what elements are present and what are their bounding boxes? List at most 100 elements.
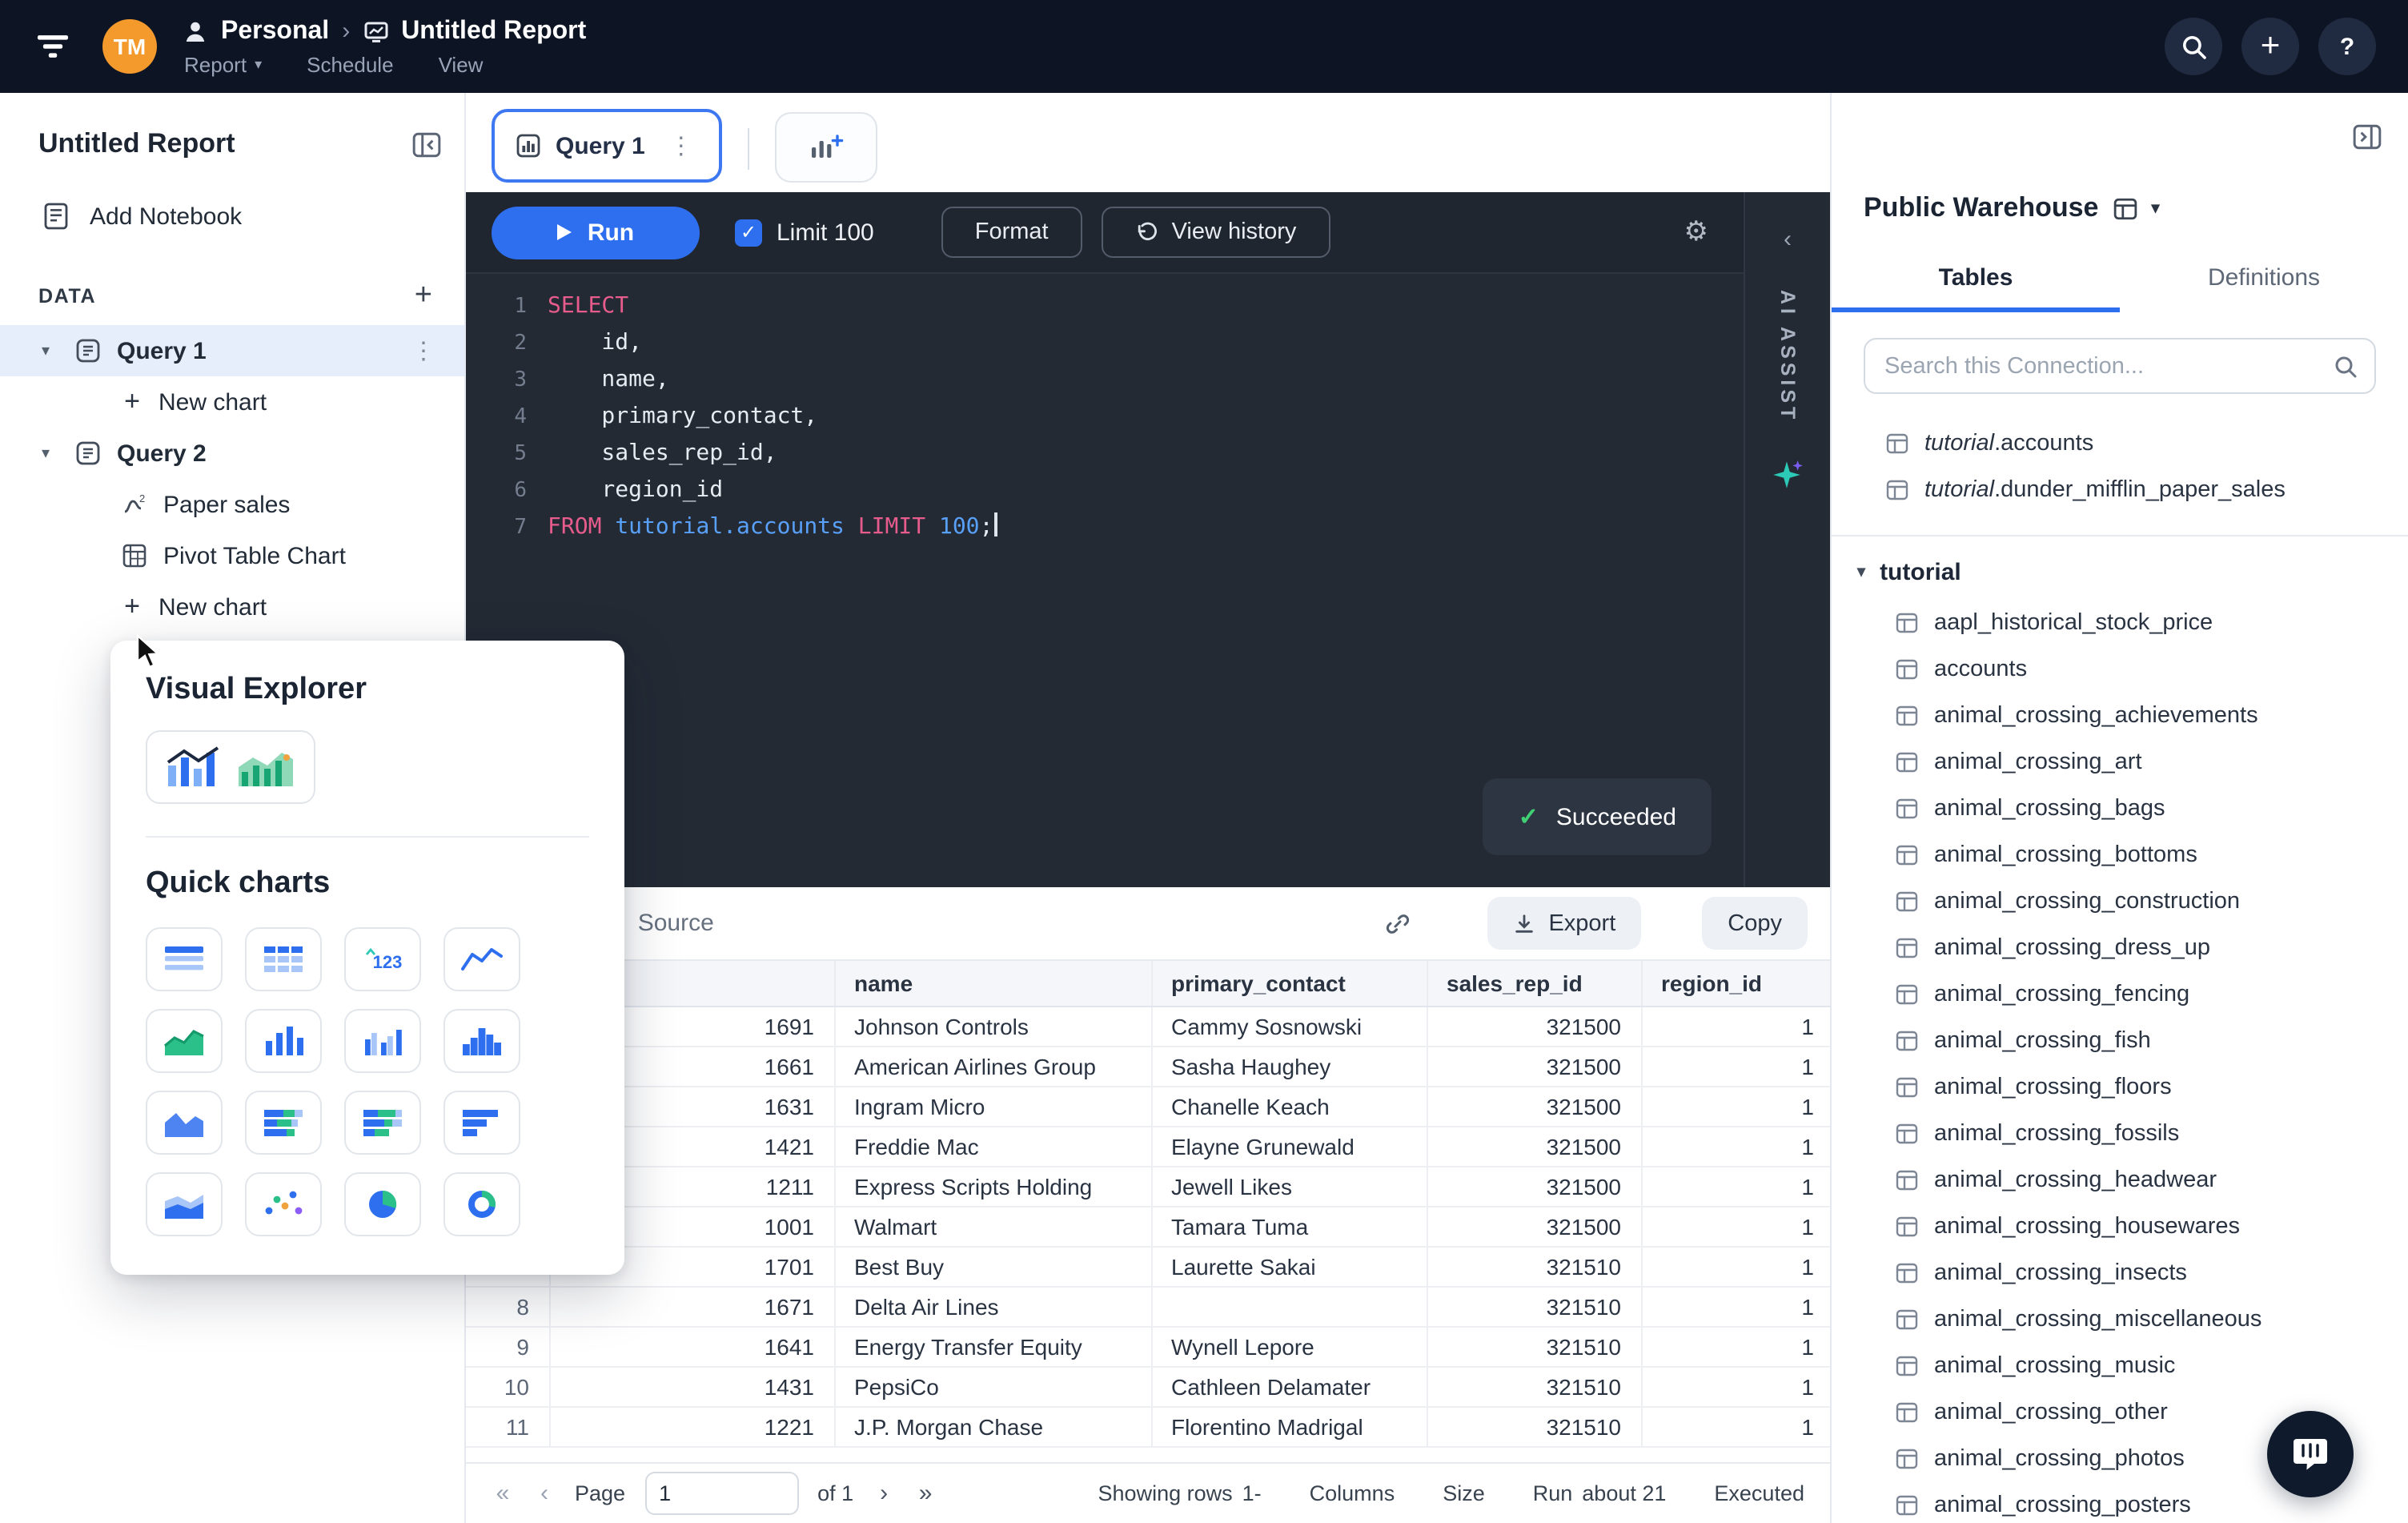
menu-schedule[interactable]: Schedule [307,52,393,76]
collapse-left-panel-button[interactable] [411,129,442,159]
add-chart-tab[interactable] [774,112,877,183]
search-button[interactable] [2165,18,2222,75]
size-status[interactable]: Size [1443,1481,1485,1505]
quick-chart-grouped-column-icon[interactable] [344,1009,421,1073]
table-item-animal_crossing_housewares[interactable]: animal_crossing_housewares [1832,1203,2408,1249]
table-item-animal_crossing_dress_up[interactable]: animal_crossing_dress_up [1832,924,2408,970]
chat-launcher[interactable] [2267,1411,2354,1497]
table-item-animal_crossing_music[interactable]: animal_crossing_music [1832,1342,2408,1388]
add-notebook-button[interactable]: Add Notebook [0,160,464,231]
quick-chart-column-icon[interactable] [245,1009,322,1073]
table-item-animal_crossing_art[interactable]: animal_crossing_art [1832,738,2408,785]
table-row[interactable]: 51211Express Scripts HoldingJewell Likes… [466,1167,1830,1208]
next-page-icon[interactable]: › [873,1480,895,1507]
quick-chart-histogram-icon[interactable] [443,1009,520,1073]
new-chart-button-query-1[interactable]: + New chart [0,376,464,428]
tab-kebab-menu-icon[interactable]: ⋮ [660,130,703,162]
table-item-animal_crossing_fossils[interactable]: animal_crossing_fossils [1832,1110,2408,1156]
expand-ai-assist-icon[interactable]: ‹ [1774,224,1801,255]
search-input[interactable] [1881,352,2320,380]
table-item-animal_crossing_fencing[interactable]: animal_crossing_fencing [1832,970,2408,1017]
connection-selector[interactable]: Public Warehouse ▾ [1832,93,2160,224]
table-row[interactable]: 41421Freddie MacElayne Grunewald3215001 [466,1127,1830,1167]
visual-explorer-button[interactable] [146,730,315,804]
quick-chart-discrete-number-icon[interactable]: 123 [344,927,421,991]
quick-chart-pivot-table-icon[interactable] [245,927,322,991]
avatar[interactable]: TM [102,19,157,74]
quick-chart-bar-horizontal-icon[interactable] [443,1091,520,1155]
quick-chart-area-stacked-icon[interactable] [146,1172,223,1236]
run-button[interactable]: Run [492,206,700,259]
recent-table-accounts[interactable]: tutorial.accounts [1832,420,2408,466]
table-item-animal_crossing_insects[interactable]: animal_crossing_insects [1832,1249,2408,1296]
quick-chart-area-icon[interactable] [146,1091,223,1155]
tab-query-1[interactable]: Query 1 ⋮ [492,109,722,183]
code-line[interactable]: 6 region_id [466,472,1744,509]
code-line[interactable]: 4 primary_contact, [466,399,1744,436]
table-item-animal_crossing_floors[interactable]: animal_crossing_floors [1832,1063,2408,1110]
chevron-down-icon[interactable]: ▾ [42,444,59,462]
code-line[interactable]: 1 SELECT [466,288,1744,325]
first-page-icon[interactable]: « [492,1480,514,1507]
limit-checkbox[interactable]: ✓ [735,219,762,246]
tab-source[interactable]: Source [628,887,724,959]
new-chart-button-query-2[interactable]: + New chart [0,581,464,633]
quick-chart-stacked-bar-horizontal-icon[interactable] [245,1091,322,1155]
column-header-name[interactable]: name [834,961,1152,1007]
sidebar-item-query-2[interactable]: ▾ Query 2 [0,428,464,479]
format-button[interactable]: Format [941,207,1082,258]
mode-logo[interactable] [22,16,83,77]
table-row[interactable]: 11 1221 J.P. Morgan Chase Florentino Madrig… [466,1407,1830,1448]
table-row[interactable]: 10 1431 PepsiCo Cathleen Delamater 321510 1 [466,1367,1830,1408]
add-data-button[interactable]: + [405,279,442,312]
executed-status[interactable]: Executed [1714,1481,1804,1505]
limit-checkbox-group[interactable]: ✓ Limit 100 [735,219,874,246]
sidebar-item-query-1[interactable]: ▾ Query 1 ⋮ [0,325,464,376]
view-history-button[interactable]: View history [1101,207,1330,258]
prev-page-icon[interactable]: ‹ [533,1480,556,1507]
table-row[interactable]: 61001WalmartTamara Tuma3215001 [466,1207,1830,1248]
table-row[interactable]: 8 1671 Delta Air Lines 321510 1 [466,1287,1830,1328]
quick-chart-trend-icon[interactable] [146,1009,223,1073]
table-item-animal_crossing_headwear[interactable]: animal_crossing_headwear [1832,1156,2408,1203]
table-item-accounts[interactable]: accounts [1832,645,2408,692]
editor-settings-button[interactable]: ⚙ [1675,215,1719,250]
code-line[interactable]: 3 name, [466,362,1744,399]
menu-report[interactable]: Report ▾ [184,52,262,76]
table-row[interactable]: 71701Best BuyLaurette Sakai3215101 [466,1247,1830,1288]
page-input[interactable] [644,1472,799,1515]
table-row[interactable]: 11691Johnson ControlsCammy Sosnowski3215… [466,1007,1830,1047]
code-line[interactable]: 2 id, [466,325,1744,362]
add-button[interactable]: + [2241,18,2299,75]
ai-assist-panel[interactable]: ‹ AI ASSIST [1744,192,1830,887]
table-item-animal_crossing_bags[interactable]: animal_crossing_bags [1832,785,2408,831]
column-header-region_id[interactable]: region_id [1641,961,1830,1007]
table-item-animal_crossing_achievements[interactable]: animal_crossing_achievements [1832,692,2408,738]
last-page-icon[interactable]: » [914,1480,937,1507]
table-row[interactable]: 31631Ingram MicroChanelle Keach3215001 [466,1087,1830,1127]
column-header-primary_contact[interactable]: primary_contact [1151,961,1427,1007]
column-header-sales_rep_id[interactable]: sales_rep_id [1427,961,1642,1007]
sidebar-item-paper-sales[interactable]: 2 Paper sales [0,479,464,530]
code-line[interactable]: 7 FROM tutorial.accounts LIMIT 100; [466,509,1744,546]
tab-definitions[interactable]: Definitions [2120,263,2408,312]
sidebar-item-pivot-table-chart[interactable]: Pivot Table Chart [0,530,464,581]
sql-code[interactable]: 1 SELECT 2 id, 3 name, 4 primary_contact, 5 s… [466,274,1744,546]
collapse-right-panel-button[interactable] [2352,122,2382,152]
ai-sparkle-icon[interactable] [1771,458,1804,492]
tab-tables[interactable]: Tables [1832,263,2120,312]
table-item-aapl_historical_stock_price[interactable]: aapl_historical_stock_price [1832,599,2408,645]
export-button[interactable]: Export [1487,897,1642,950]
code-line[interactable]: 5 sales_rep_id, [466,436,1744,472]
table-item-animal_crossing_bottoms[interactable]: animal_crossing_bottoms [1832,831,2408,878]
help-button[interactable]: ? [2318,18,2376,75]
kebab-menu-icon[interactable]: ⋮ [402,335,445,367]
quick-chart-stacked-bar-icon[interactable] [344,1091,421,1155]
connection-search[interactable] [1864,338,2376,394]
table-item-animal_crossing_miscellaneous[interactable]: animal_crossing_miscellaneous [1832,1296,2408,1342]
quick-chart-line-icon[interactable] [443,927,520,991]
quick-chart-table-icon[interactable] [146,927,223,991]
table-row[interactable]: 9 1641 Energy Transfer Equity Wynell Lepore… [466,1327,1830,1368]
copy-button[interactable]: Copy [1702,897,1808,950]
quick-chart-scatter-icon[interactable] [245,1172,322,1236]
